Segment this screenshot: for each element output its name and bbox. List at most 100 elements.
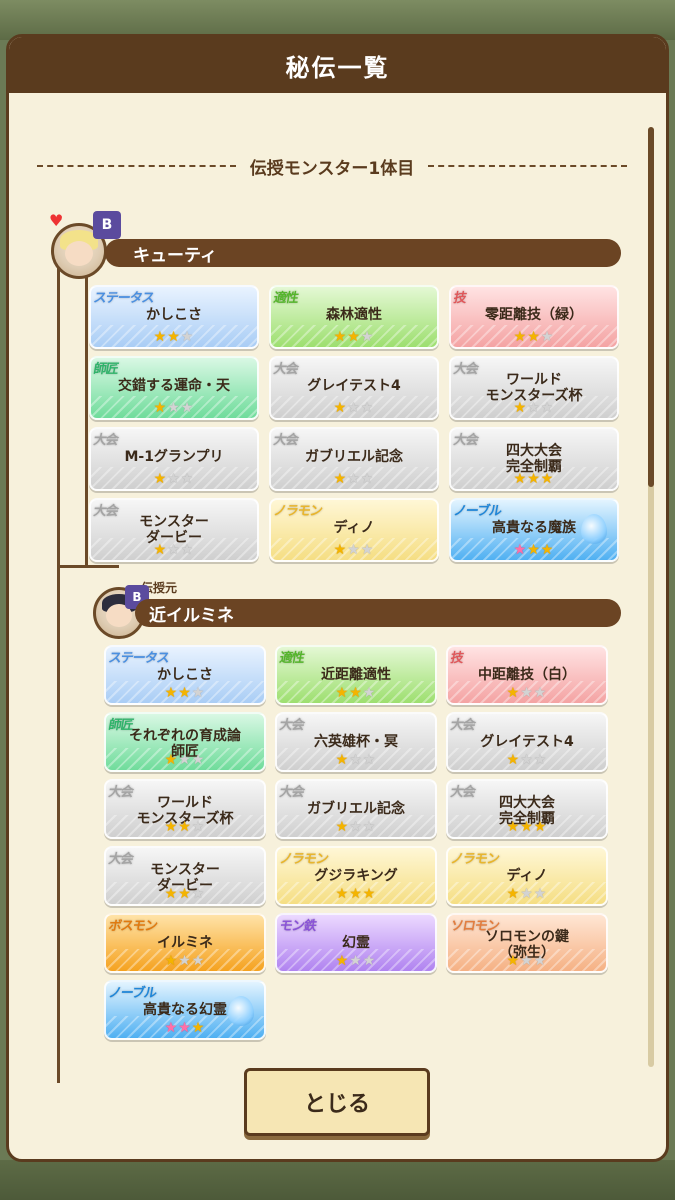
star-icon: ★ bbox=[520, 819, 534, 835]
star-icon: ★ bbox=[349, 953, 363, 969]
section-header-label: 伝授モンスター1体目 bbox=[249, 158, 415, 179]
monster2-card-4[interactable]: 大会 六英雄杯・冥 ★★★ bbox=[275, 712, 437, 772]
card-category-tag: ノラモン bbox=[272, 504, 323, 519]
star-icon: ★ bbox=[167, 542, 181, 558]
card-category-tag: ノラモン bbox=[449, 852, 500, 867]
monster2-card-6[interactable]: 大会 ワールド モンスターズ杯 ★★★ bbox=[104, 779, 266, 839]
card-title: ディノ bbox=[333, 520, 375, 536]
scrollbar-thumb[interactable] bbox=[648, 127, 654, 487]
star-icon: ★ bbox=[520, 752, 534, 768]
star-icon: ★ bbox=[362, 953, 377, 969]
monster1-card-5[interactable]: 大会 ワールド モンスターズ杯 ★★★ bbox=[449, 356, 619, 420]
background-bottom bbox=[0, 1160, 675, 1200]
star-icon: ★ bbox=[164, 886, 179, 902]
card-category-tag: モン鉄 bbox=[278, 919, 317, 934]
card-star-rating: ★★★ bbox=[448, 819, 606, 835]
scrollbar[interactable] bbox=[648, 127, 654, 1067]
monster2-card-1[interactable]: 適性 近距離適性 ★★★ bbox=[275, 645, 437, 705]
card-category-tag: 大会 bbox=[278, 718, 305, 733]
star-icon: ★ bbox=[180, 471, 195, 487]
star-icon: ★ bbox=[506, 752, 521, 768]
star-icon: ★ bbox=[164, 1020, 179, 1036]
card-category-tag: ノーブル bbox=[452, 504, 503, 519]
card-star-rating: ★★★ bbox=[271, 400, 437, 416]
monster1-card-0[interactable]: ステータス かしこさ ★★★ bbox=[89, 285, 259, 349]
star-icon: ★ bbox=[347, 400, 361, 416]
monster1-card-7[interactable]: 大会 ガブリエル記念 ★★★ bbox=[269, 427, 439, 491]
monster2-card-3[interactable]: 師匠 それぞれの育成論 師匠 ★★★ bbox=[104, 712, 266, 772]
monster2-card-8[interactable]: 大会 四大大会 完全制覇 ★★★ bbox=[446, 779, 608, 839]
monster2-card-2[interactable]: 技中距離技（白） ★★★ bbox=[446, 645, 608, 705]
close-button[interactable]: とじる bbox=[244, 1068, 430, 1136]
card-star-rating: ★★★ bbox=[451, 471, 617, 487]
tree-line-monster1 bbox=[85, 268, 88, 568]
card-category-tag: 適性 bbox=[272, 291, 299, 306]
monster2-card-0[interactable]: ステータス かしこさ ★★★ bbox=[104, 645, 266, 705]
monster1-card-10[interactable]: ノラモン ディノ ★★★ bbox=[269, 498, 439, 562]
monster2-card-12[interactable]: ボスモン イルミネ ★★★ bbox=[104, 913, 266, 973]
card-title: イルミネ bbox=[157, 935, 213, 951]
star-icon: ★ bbox=[540, 329, 555, 345]
star-icon: ★ bbox=[191, 886, 206, 902]
monster1-card-4[interactable]: 大会 グレイテスト4 ★★★ bbox=[269, 356, 439, 420]
card-star-rating: ★★★ bbox=[271, 471, 437, 487]
card-category-tag: 技 bbox=[452, 291, 467, 306]
monster2-card-15[interactable]: ノーブル 高貴なる幻霊 ★★★ bbox=[104, 980, 266, 1040]
star-icon: ★ bbox=[180, 542, 195, 558]
card-star-rating: ★★★ bbox=[448, 886, 606, 902]
card-category-tag: 適性 bbox=[278, 651, 305, 666]
monster2-card-7[interactable]: 大会 ガブリエル記念 ★★★ bbox=[275, 779, 437, 839]
star-icon: ★ bbox=[520, 685, 534, 701]
monster2-card-14[interactable]: ソロモン ソロモンの鍵 （弥生） ★★★ bbox=[446, 913, 608, 973]
card-star-rating: ★★★ bbox=[448, 685, 606, 701]
secret-list-scroll-area[interactable]: 伝授モンスター1体目 ♥ B キューティ ステータス かしこさ ★★★ 適性 森林適性 ★… bbox=[9, 93, 666, 1083]
card-star-rating: ★★★ bbox=[91, 471, 257, 487]
star-icon: ★ bbox=[527, 471, 541, 487]
star-icon: ★ bbox=[335, 819, 350, 835]
card-star-rating: ★★★ bbox=[277, 819, 435, 835]
tree-branch-monster2 bbox=[59, 565, 119, 568]
star-icon: ★ bbox=[333, 400, 348, 416]
card-title: 六英雄杯・冥 bbox=[314, 734, 398, 750]
star-icon: ★ bbox=[347, 471, 361, 487]
star-icon: ★ bbox=[335, 685, 350, 701]
star-icon: ★ bbox=[540, 471, 555, 487]
card-title: 幻霊 bbox=[342, 935, 370, 951]
card-star-rating: ★★★ bbox=[451, 400, 617, 416]
star-icon: ★ bbox=[533, 685, 548, 701]
monster1-card-8[interactable]: 大会 四大大会 完全制覇 ★★★ bbox=[449, 427, 619, 491]
star-icon: ★ bbox=[333, 329, 348, 345]
monster1-card-3[interactable]: 師匠 交錯する運命・天 ★★★ bbox=[89, 356, 259, 420]
monster1-card-6[interactable]: 大会 M-1グランプリ ★★★ bbox=[89, 427, 259, 491]
card-category-tag: 大会 bbox=[272, 433, 299, 448]
card-star-rating: ★★★ bbox=[451, 329, 617, 345]
star-icon: ★ bbox=[527, 400, 541, 416]
monster1-card-11[interactable]: ノーブル 高貴なる魔族 ★★★ bbox=[449, 498, 619, 562]
monster2-card-5[interactable]: 大会 グレイテスト4 ★★★ bbox=[446, 712, 608, 772]
droplet-icon bbox=[581, 514, 607, 544]
monster1-card-9[interactable]: 大会 モンスター ダービー ★★★ bbox=[89, 498, 259, 562]
card-category-tag: ボスモン bbox=[107, 919, 158, 934]
monster1-card-1[interactable]: 適性 森林適性 ★★★ bbox=[269, 285, 439, 349]
card-star-rating: ★★★ bbox=[277, 886, 435, 902]
star-icon: ★ bbox=[153, 471, 168, 487]
monster1-card-2[interactable]: 技零距離技（緑） ★★★ bbox=[449, 285, 619, 349]
star-icon: ★ bbox=[362, 685, 377, 701]
star-icon: ★ bbox=[520, 886, 534, 902]
card-title: 近距離適性 bbox=[321, 667, 391, 683]
star-icon: ★ bbox=[191, 752, 206, 768]
card-category-tag: ノーブル bbox=[107, 986, 158, 1001]
monster1-name: キューティ bbox=[133, 245, 217, 266]
monster2-name: 近イルミネ bbox=[149, 605, 234, 626]
star-icon: ★ bbox=[513, 329, 528, 345]
star-icon: ★ bbox=[167, 471, 181, 487]
star-icon: ★ bbox=[506, 886, 521, 902]
star-icon: ★ bbox=[164, 752, 179, 768]
star-icon: ★ bbox=[178, 752, 192, 768]
divider-right bbox=[428, 165, 627, 167]
monster2-card-10[interactable]: ノラモン グジラキング ★★★ bbox=[275, 846, 437, 906]
card-star-rating: ★★★ bbox=[106, 819, 264, 835]
monster2-card-13[interactable]: モン鉄 幻霊 ★★★ bbox=[275, 913, 437, 973]
monster2-card-9[interactable]: 大会 モンスター ダービー ★★★ bbox=[104, 846, 266, 906]
monster2-card-11[interactable]: ノラモン ディノ ★★★ bbox=[446, 846, 608, 906]
